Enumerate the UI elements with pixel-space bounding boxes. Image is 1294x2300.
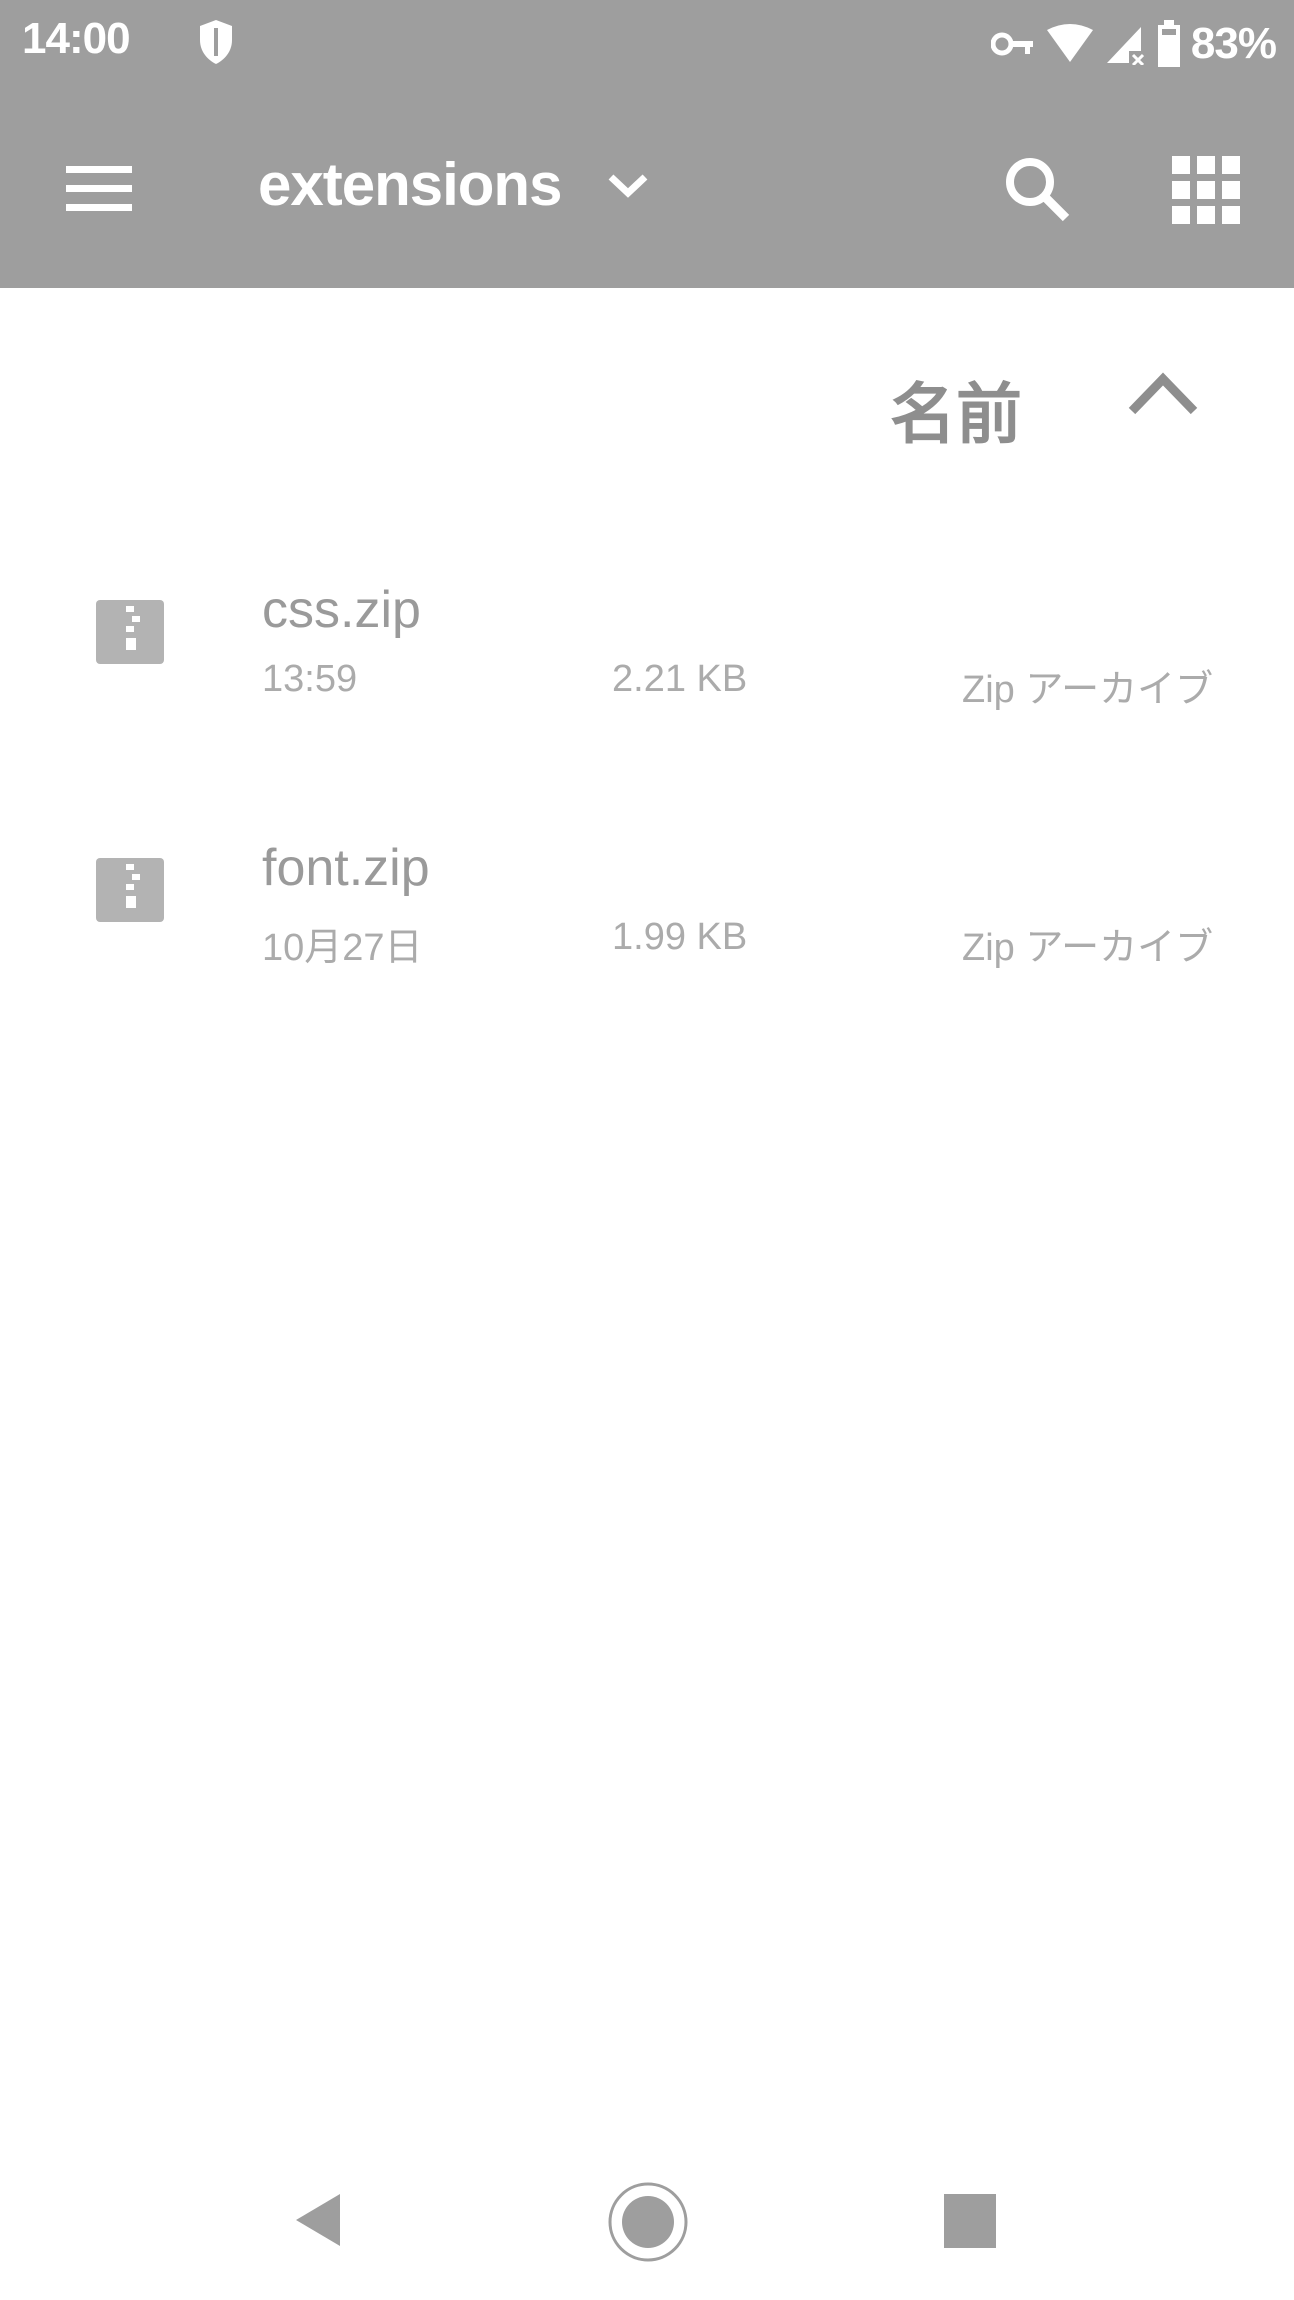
file-list: css.zip 13:59 2.21 KB Zip アーカイブ font.zip… <box>0 560 1294 1076</box>
chevron-down-icon <box>609 173 648 198</box>
shield-icon <box>200 20 232 64</box>
back-icon[interactable] <box>290 2190 346 2250</box>
sort-row[interactable]: 名前 <box>0 355 1294 451</box>
folder-title-dropdown[interactable]: extensions <box>258 150 651 219</box>
system-nav-bar <box>0 2160 1294 2300</box>
file-date: 13:59 <box>262 658 358 700</box>
zip-file-icon <box>96 600 164 664</box>
file-size: 2.21 KB <box>612 658 748 700</box>
file-name: font.zip <box>262 839 430 897</box>
chevron-up-icon[interactable] <box>1128 371 1198 419</box>
file-size: 1.99 KB <box>612 916 748 958</box>
list-item[interactable]: css.zip 13:59 2.21 KB Zip アーカイブ <box>0 560 1294 818</box>
vpn-key-icon <box>990 32 1033 56</box>
file-name: css.zip <box>262 581 421 639</box>
status-time: 14:00 <box>22 14 131 63</box>
file-date: 10月27日 <box>262 927 423 969</box>
wifi-icon <box>1046 24 1093 62</box>
screen: 14:00 83% extensions 名前 css.zip 13:59 2.… <box>0 0 1294 2300</box>
cell-signal-icon <box>1106 27 1144 65</box>
zip-file-icon <box>96 858 164 922</box>
list-item[interactable]: font.zip 10月27日 1.99 KB Zip アーカイブ <box>0 818 1294 1076</box>
recents-icon[interactable] <box>944 2194 996 2248</box>
status-bar: 14:00 83% <box>0 0 1294 88</box>
battery-percentage: 83% <box>1190 19 1277 68</box>
search-icon[interactable] <box>1000 152 1072 224</box>
file-type: Zip アーカイブ <box>962 927 1214 969</box>
file-type: Zip アーカイブ <box>962 669 1214 711</box>
status-icons: 83% <box>990 14 1277 74</box>
app-bar: extensions <box>0 88 1294 288</box>
page-title: extensions <box>258 151 562 218</box>
sort-by-name-label[interactable]: 名前 <box>890 361 1022 457</box>
battery-icon <box>1157 20 1180 67</box>
menu-icon[interactable] <box>64 158 134 218</box>
grid-view-icon[interactable] <box>1172 156 1240 224</box>
home-icon[interactable] <box>606 2180 690 2264</box>
